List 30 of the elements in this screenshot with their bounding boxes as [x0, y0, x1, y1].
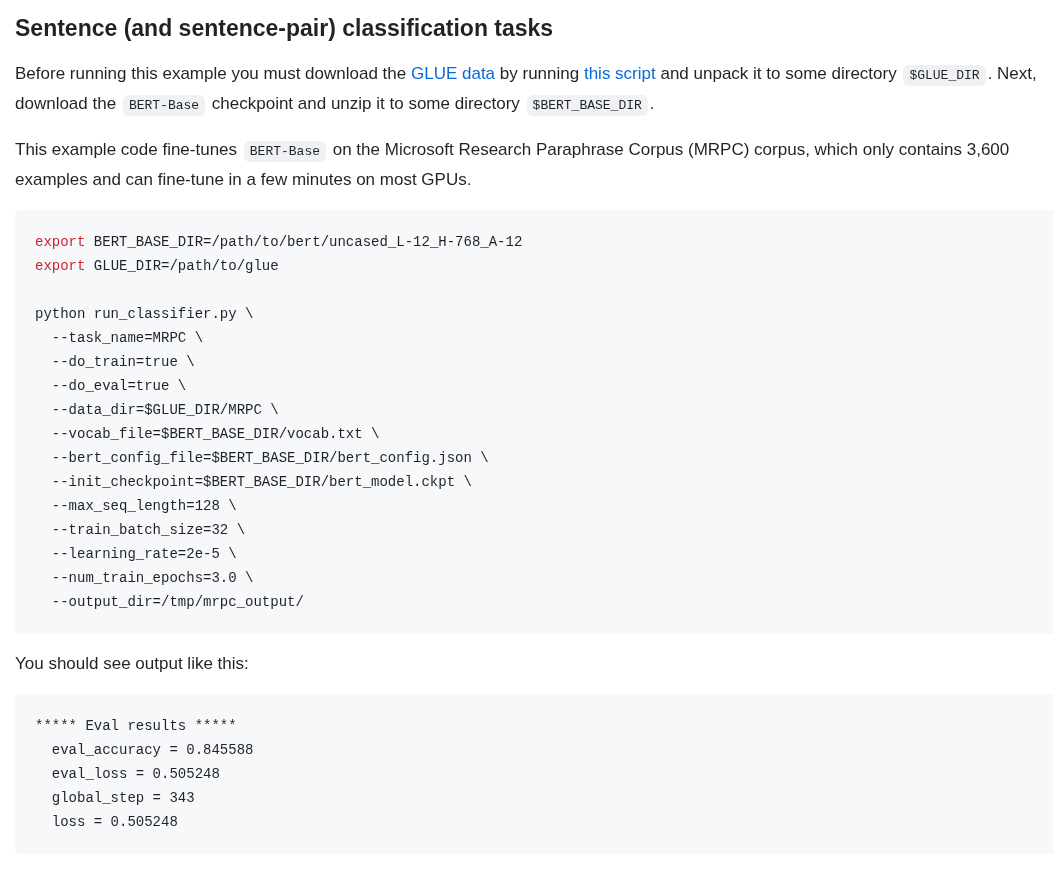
code-line: eval_loss = 0.505248	[50, 765, 220, 784]
inline-code: BERT-Base	[122, 95, 206, 116]
inline-code: $BERT_BASE_DIR	[526, 95, 648, 116]
code-line: --bert_config_file=$BERT_BASE_DIR/bert_config.json \	[50, 449, 489, 468]
code-line: --output_dir=/tmp/mrpc_output/	[50, 593, 304, 612]
code-line: ***** Eval results *****	[35, 717, 237, 736]
paragraph: This example code fine-tunes BERT-Base on the Microsoft Research Paraphrase Corpus (MRPC) corpus, which only contains 3,600 examples and can fine-tune in a few minutes on most GPUs.	[15, 139, 1011, 191]
paragraph: You should see output like this:	[15, 653, 250, 675]
code-line: --data_dir=$GLUE_DIR/MRPC \	[50, 401, 279, 420]
code-line: --max_seq_length=128 \	[50, 497, 237, 516]
inline-code: BERT-Base	[243, 141, 326, 162]
code-line: --vocab_file=$BERT_BASE_DIR/vocab.txt \	[50, 425, 380, 444]
code-line: --do_train=true \	[50, 353, 195, 372]
code-line: --train_batch_size=32 \	[50, 521, 246, 540]
paragraph: Before running this example you must download the GLUE data by running this script and unpack it to some directory $GLUE_DIR . Next, download the BERT-Base checkpoint and unzip it to some directory $BERT_BASE_DIR .	[15, 60, 1053, 120]
link[interactable]: GLUE data	[410, 64, 496, 83]
link[interactable]: this script	[583, 64, 656, 83]
inline-code: $GLUE_DIR	[903, 65, 986, 86]
code-line: --num_train_epochs=3.0 \	[50, 569, 254, 588]
code-line: --do_eval=true \	[50, 377, 187, 396]
code-line: --learning_rate=2e-5 \	[50, 545, 237, 564]
section-heading: Sentence (and sentence-pair) classification tasks	[15, 14, 554, 43]
code-line: global_step = 343	[50, 789, 195, 808]
code-line: loss = 0.505248	[50, 813, 178, 832]
code-line: python run_classifier.py \	[35, 305, 254, 324]
code-line: --init_checkpoint=$BERT_BASE_DIR/bert_model.ckpt \	[50, 473, 472, 492]
code-line: eval_accuracy = 0.845588	[50, 741, 254, 760]
code-line: --task_name=MRPC \	[50, 329, 204, 348]
code-line: export GLUE_DIR=/path/to/glue	[35, 257, 279, 276]
code-line: export BERT_BASE_DIR=/path/to/bert/uncased_L-12_H-768_A-12	[35, 233, 523, 252]
